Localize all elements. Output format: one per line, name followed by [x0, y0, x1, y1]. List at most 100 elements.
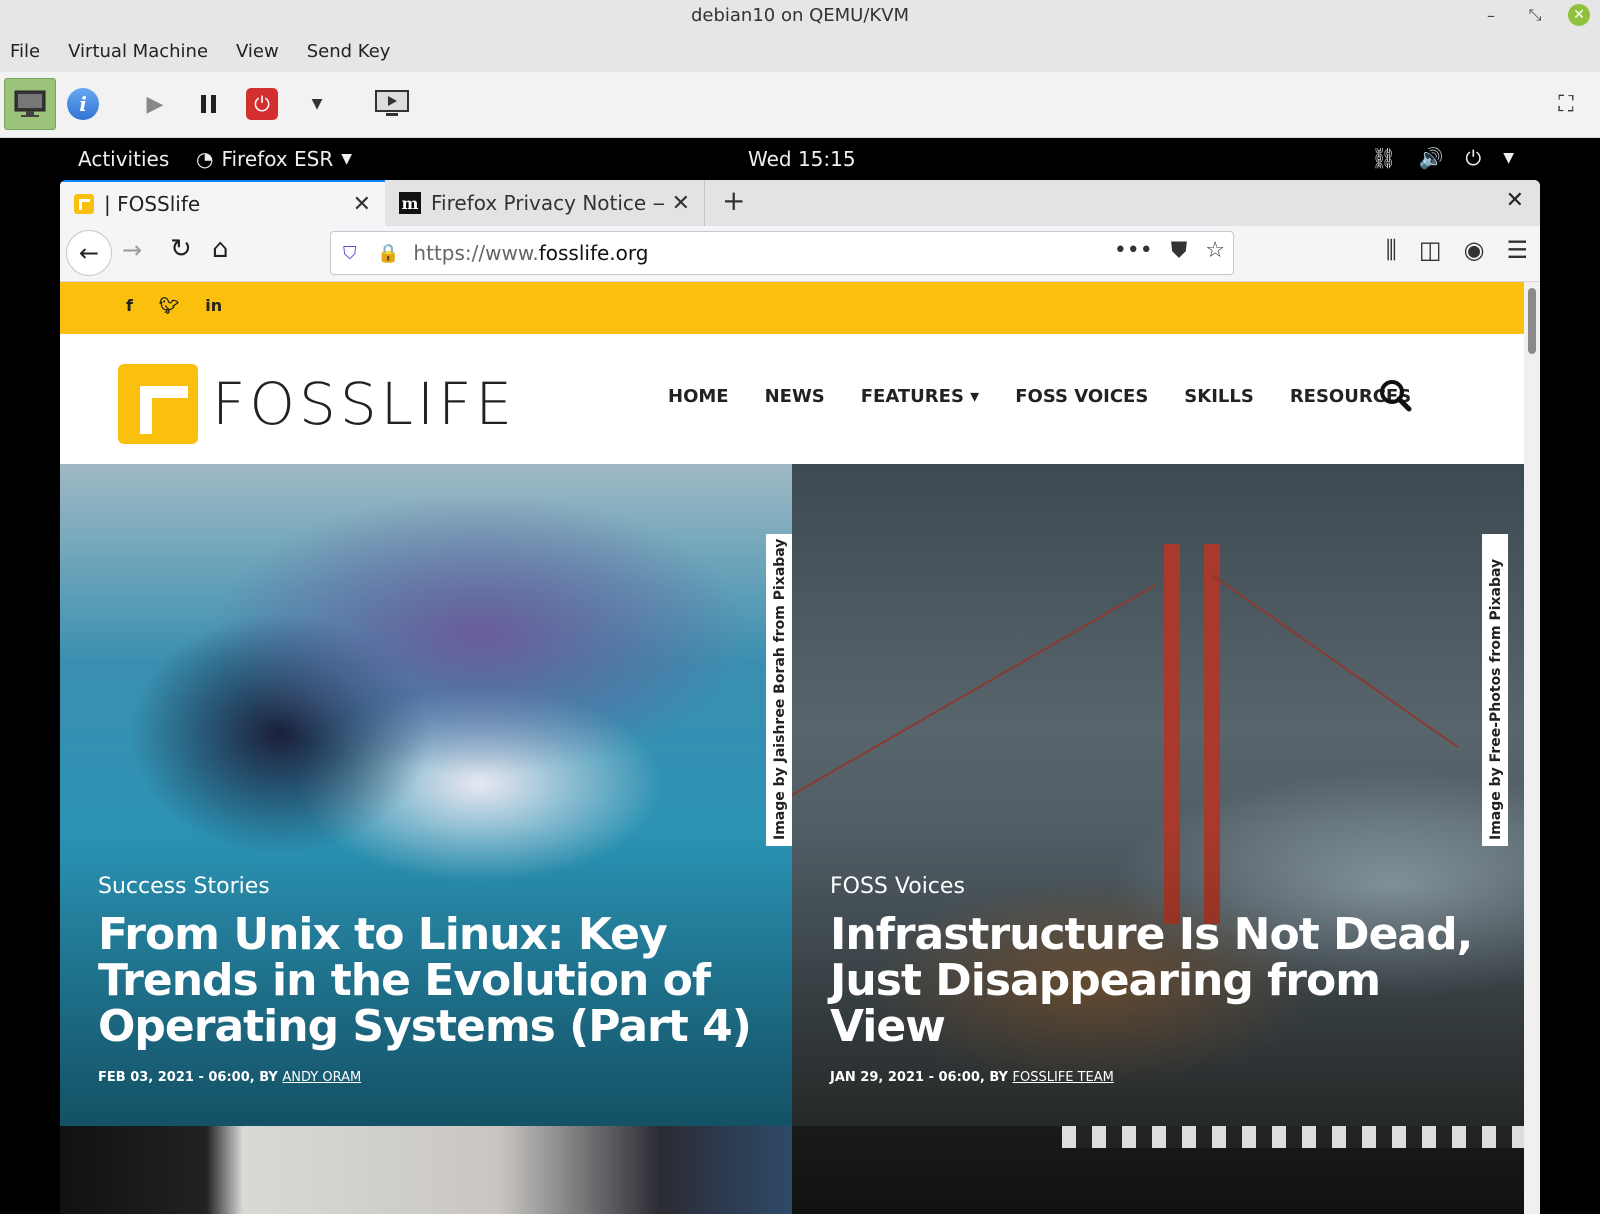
bridge-cable — [1211, 574, 1459, 748]
image-credit-text: Image by Free-Photos from Pixabay — [1488, 558, 1504, 840]
new-tab-button[interactable]: + — [722, 184, 745, 217]
run-button[interactable]: ▶ — [140, 78, 170, 130]
social-strip: f 🐦︎ in — [60, 282, 1524, 334]
menu-file[interactable]: File — [10, 41, 40, 62]
reload-button[interactable]: ↻ — [170, 234, 192, 264]
fullscreen-button[interactable]: ⛶ — [1550, 78, 1582, 130]
clock[interactable]: Wed 15:15 — [748, 147, 856, 171]
nav-foss-voices[interactable]: FOSS VOICES — [1015, 386, 1148, 407]
lock-icon[interactable]: 🔒 — [377, 243, 399, 264]
close-icon[interactable]: ✕ — [672, 191, 690, 216]
power-icon: ⏻ — [246, 88, 278, 120]
url-actions: ••• ⛊ ☆ — [1114, 238, 1225, 263]
menu-send-key[interactable]: Send Key — [307, 41, 391, 62]
page-scrollbar[interactable] — [1524, 282, 1540, 1214]
restore-icon[interactable]: ⤡ — [1524, 4, 1546, 26]
menu-virtual-machine[interactable]: Virtual Machine — [68, 41, 208, 62]
nav-features[interactable]: FEATURES ▾ — [861, 386, 979, 407]
activities-button[interactable]: Activities — [78, 147, 169, 171]
scrollbar-thumb[interactable] — [1528, 288, 1536, 354]
power-icon: ⏻ — [1465, 146, 1482, 170]
facebook-icon[interactable]: f — [126, 296, 133, 315]
bookmark-star-icon[interactable]: ☆ — [1205, 238, 1225, 263]
search-icon[interactable] — [1378, 378, 1412, 421]
site-logo-text[interactable]: FOSSLIFE — [212, 370, 516, 438]
article-author-link[interactable]: FOSSLIFE TEAM — [1012, 1070, 1113, 1085]
bridge-cable — [792, 584, 1157, 796]
tab-privacy-notice[interactable]: m Firefox Privacy Notice — ✕ — [385, 180, 705, 226]
article-card-thumbnail[interactable] — [792, 1126, 1524, 1214]
featured-article-card[interactable]: Image by Jaishree Borah from Pixabay Suc… — [60, 464, 792, 1126]
article-date: JAN 29, 2021 - 06:00, BY — [830, 1070, 1013, 1085]
main-nav: HOME NEWS FEATURES ▾ FOSS VOICES SKILLS … — [668, 386, 1411, 407]
fosslife-favicon-icon — [74, 194, 94, 214]
tab-fosslife[interactable]: | FOSSlife ✕ — [60, 180, 385, 226]
library-icon[interactable]: ⫼ — [1386, 236, 1397, 264]
forward-button[interactable]: → — [122, 236, 142, 264]
nav-home[interactable]: HOME — [668, 386, 729, 407]
firefox-window: | FOSSlife ✕ m Firefox Privacy Notice — … — [60, 180, 1540, 1214]
article-card-thumbnail[interactable] — [60, 1126, 792, 1214]
nav-news[interactable]: NEWS — [765, 386, 825, 407]
host-window-controls: – ⤡ ✕ — [1480, 4, 1590, 26]
network-icon: ⛓ — [1371, 146, 1397, 170]
display-icon — [375, 90, 409, 116]
mozilla-favicon-icon: m — [399, 192, 421, 214]
article-category[interactable]: Success Stories — [98, 874, 270, 899]
sidebar-icon[interactable]: ◫ — [1419, 236, 1442, 264]
article-author-link[interactable]: ANDY ORAM — [282, 1070, 361, 1085]
screenshot-button[interactable] — [372, 78, 412, 130]
close-icon[interactable]: ✕ — [1568, 4, 1590, 26]
fosslife-logo-icon[interactable] — [118, 364, 198, 444]
host-toolbar: i ▶ ⏻ ▼ ⛶ — [0, 72, 1600, 138]
shutdown-button[interactable]: ⏻ — [244, 78, 280, 130]
web-page: f 🐦︎ in FOSSLIFE HOME NEWS FEATURES ▾ FO… — [60, 282, 1540, 1214]
host-titlebar: debian10 on QEMU/KVM – ⤡ ✕ — [0, 0, 1600, 30]
back-button[interactable]: ← — [66, 230, 112, 276]
pause-button[interactable] — [194, 78, 224, 130]
chevron-down-icon: ▼ — [311, 96, 323, 112]
hamburger-menu-icon[interactable]: ☰ — [1506, 236, 1528, 264]
toolbar-right: ⫼ ◫ ◉ ☰ — [1386, 236, 1528, 264]
article-date: FEB 03, 2021 - 06:00, BY — [98, 1070, 283, 1085]
article-meta: JAN 29, 2021 - 06:00, BY FOSSLIFE TEAM — [830, 1070, 1114, 1085]
gnome-top-bar: Activities ◔ Firefox ESR ▼ Wed 15:15 ⛓ 🔊… — [0, 138, 1600, 182]
app-menu-label: Firefox ESR — [221, 147, 334, 171]
twitter-icon[interactable]: 🐦︎ — [159, 296, 179, 315]
shutdown-menu-button[interactable]: ▼ — [302, 78, 332, 130]
url-prefix: https://www. — [413, 241, 539, 265]
app-menu[interactable]: ◔ Firefox ESR ▼ — [196, 147, 352, 171]
article-title[interactable]: From Unix to Linux: Key Trends in the Ev… — [98, 912, 758, 1050]
page-actions-icon[interactable]: ••• — [1114, 238, 1153, 263]
featured-article-card[interactable]: Image by Free-Photos from Pixabay FOSS V… — [792, 464, 1524, 1126]
menu-view[interactable]: View — [236, 41, 279, 62]
details-view-button[interactable]: i — [66, 78, 100, 130]
url-bar[interactable]: ⛉ 🔒 https://www.fosslife.org ••• ⛊ ☆ — [330, 231, 1234, 275]
article-title[interactable]: Infrastructure Is Not Dead, Just Disappe… — [830, 912, 1490, 1050]
pocket-icon[interactable]: ⛊ — [1171, 238, 1188, 263]
arrow-left-icon: ← — [78, 239, 100, 267]
window-close-icon[interactable]: ✕ — [1506, 188, 1524, 213]
minimize-icon[interactable]: – — [1480, 4, 1502, 26]
firefox-icon: ◔ — [196, 147, 214, 171]
fullscreen-icon: ⛶ — [1558, 91, 1574, 117]
linkedin-icon[interactable]: in — [205, 296, 222, 315]
image-credit-text: Image by Jaishree Borah from Pixabay — [772, 538, 788, 840]
site-header: FOSSLIFE HOME NEWS FEATURES ▾ FOSS VOICE… — [60, 334, 1524, 464]
account-icon[interactable]: ◉ — [1464, 236, 1485, 264]
nav-skills[interactable]: SKILLS — [1184, 386, 1254, 407]
host-window-title: debian10 on QEMU/KVM — [690, 4, 910, 26]
article-category[interactable]: FOSS Voices — [830, 874, 965, 899]
navigation-toolbar: ← → ↻ ⌂ ⛉ 🔒 https://www.fosslife.org •••… — [60, 226, 1540, 282]
url-text[interactable]: https://www.fosslife.org — [413, 241, 648, 265]
monitor-icon — [14, 90, 46, 117]
system-tray[interactable]: ⛓ 🔊 ⏻ ▼ — [1371, 146, 1514, 170]
close-icon[interactable]: ✕ — [353, 192, 371, 217]
home-button[interactable]: ⌂ — [212, 234, 229, 264]
tab-title: | FOSSlife — [104, 192, 201, 216]
tab-bar: | FOSSlife ✕ m Firefox Privacy Notice — … — [60, 180, 1540, 226]
tracking-shield-icon[interactable]: ⛉ — [343, 243, 363, 264]
host-menubar: File Virtual Machine View Send Key — [0, 30, 1600, 72]
console-view-button[interactable] — [4, 78, 56, 130]
image-credit: Image by Jaishree Borah from Pixabay — [766, 534, 792, 846]
